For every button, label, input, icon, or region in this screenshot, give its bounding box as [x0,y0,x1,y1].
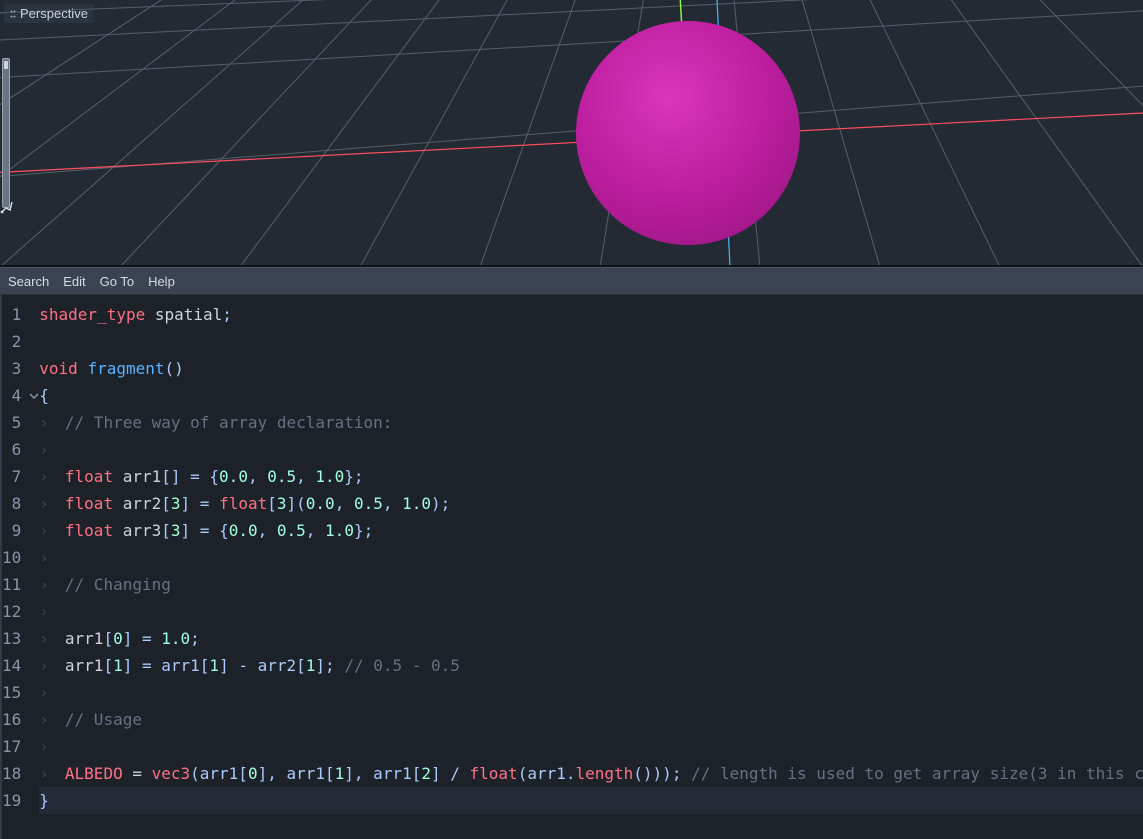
fold-spacer [29,355,39,382]
line-number: 15 [2,679,29,706]
fold-spacer [29,463,39,490]
code-line[interactable]: ›float arr3[3] = {0.0, 0.5, 1.0}; [39,517,1143,544]
code-line[interactable] [39,328,1143,355]
fold-spacer [29,652,39,679]
code-line[interactable]: ›// Usage [39,706,1143,733]
fold-spacer [29,571,39,598]
fold-toggle-icon[interactable] [29,382,39,409]
fold-spacer [29,517,39,544]
viewport-3d[interactable]: Perspective [0,0,1143,267]
viewport-slider[interactable] [2,58,10,208]
view-mode-label[interactable]: Perspective [4,4,94,23]
code-line[interactable]: ›arr1[1] = arr1[1] - arr2[1]; // 0.5 - 0… [39,652,1143,679]
code-line[interactable]: › [39,436,1143,463]
line-number: 17 [2,733,29,760]
line-number-gutter: 12345678910111213141516171819 [2,295,29,839]
code-content[interactable]: shader_type spatial;void fragment(){›// … [39,295,1143,839]
fold-spacer [29,787,39,814]
line-number: 8 [2,490,29,517]
code-line[interactable]: › [39,598,1143,625]
code-line[interactable]: › [39,544,1143,571]
line-number: 2 [2,328,29,355]
code-line[interactable]: ›float arr1[] = {0.0, 0.5, 1.0}; [39,463,1143,490]
line-number: 14 [2,652,29,679]
menu-help[interactable]: Help [148,274,175,289]
fold-spacer [29,625,39,652]
line-number: 10 [2,544,29,571]
code-line[interactable]: ›ALBEDO = vec3(arr1[0], arr1[1], arr1[2]… [39,760,1143,787]
line-number: 13 [2,625,29,652]
line-number: 11 [2,571,29,598]
code-line[interactable]: } [39,787,1143,814]
viewport-canvas[interactable] [0,0,1143,267]
fold-spacer [29,598,39,625]
fold-spacer [29,679,39,706]
menu-edit[interactable]: Edit [63,274,85,289]
axis-x [0,110,1143,175]
menu-search[interactable]: Search [8,274,49,289]
line-number: 5 [2,409,29,436]
line-number: 6 [2,436,29,463]
code-line[interactable]: ›float arr2[3] = float[3](0.0, 0.5, 1.0)… [39,490,1143,517]
drag-handle-icon[interactable] [10,9,16,19]
floor-grid [0,0,1143,267]
fold-spacer [29,490,39,517]
code-line[interactable]: ›arr1[0] = 1.0; [39,625,1143,652]
code-line[interactable]: void fragment() [39,355,1143,382]
code-line[interactable]: shader_type spatial; [39,301,1143,328]
preview-sphere[interactable] [576,21,800,245]
code-line[interactable]: › [39,733,1143,760]
fold-spacer [29,436,39,463]
code-editor[interactable]: 12345678910111213141516171819 shader_typ… [0,295,1143,839]
line-number: 1 [2,301,29,328]
editor-menubar: Search Edit Go To Help [0,267,1143,295]
menu-goto[interactable]: Go To [100,274,134,289]
line-number: 3 [2,355,29,382]
code-line[interactable]: ›// Changing [39,571,1143,598]
line-number: 12 [2,598,29,625]
view-mode-text: Perspective [20,6,88,21]
fold-spacer [29,301,39,328]
fold-spacer [29,544,39,571]
fold-spacer [29,733,39,760]
code-line[interactable]: › [39,679,1143,706]
line-number: 18 [2,760,29,787]
line-number: 4 [2,382,29,409]
code-line[interactable]: { [39,382,1143,409]
fold-spacer [29,328,39,355]
code-line[interactable]: ›// Three way of array declaration: [39,409,1143,436]
fold-spacer [29,409,39,436]
fold-spacer [29,706,39,733]
fold-spacer [29,760,39,787]
line-number: 19 [2,787,29,814]
fold-gutter [29,295,39,839]
line-number: 9 [2,517,29,544]
line-number: 7 [2,463,29,490]
line-number: 16 [2,706,29,733]
